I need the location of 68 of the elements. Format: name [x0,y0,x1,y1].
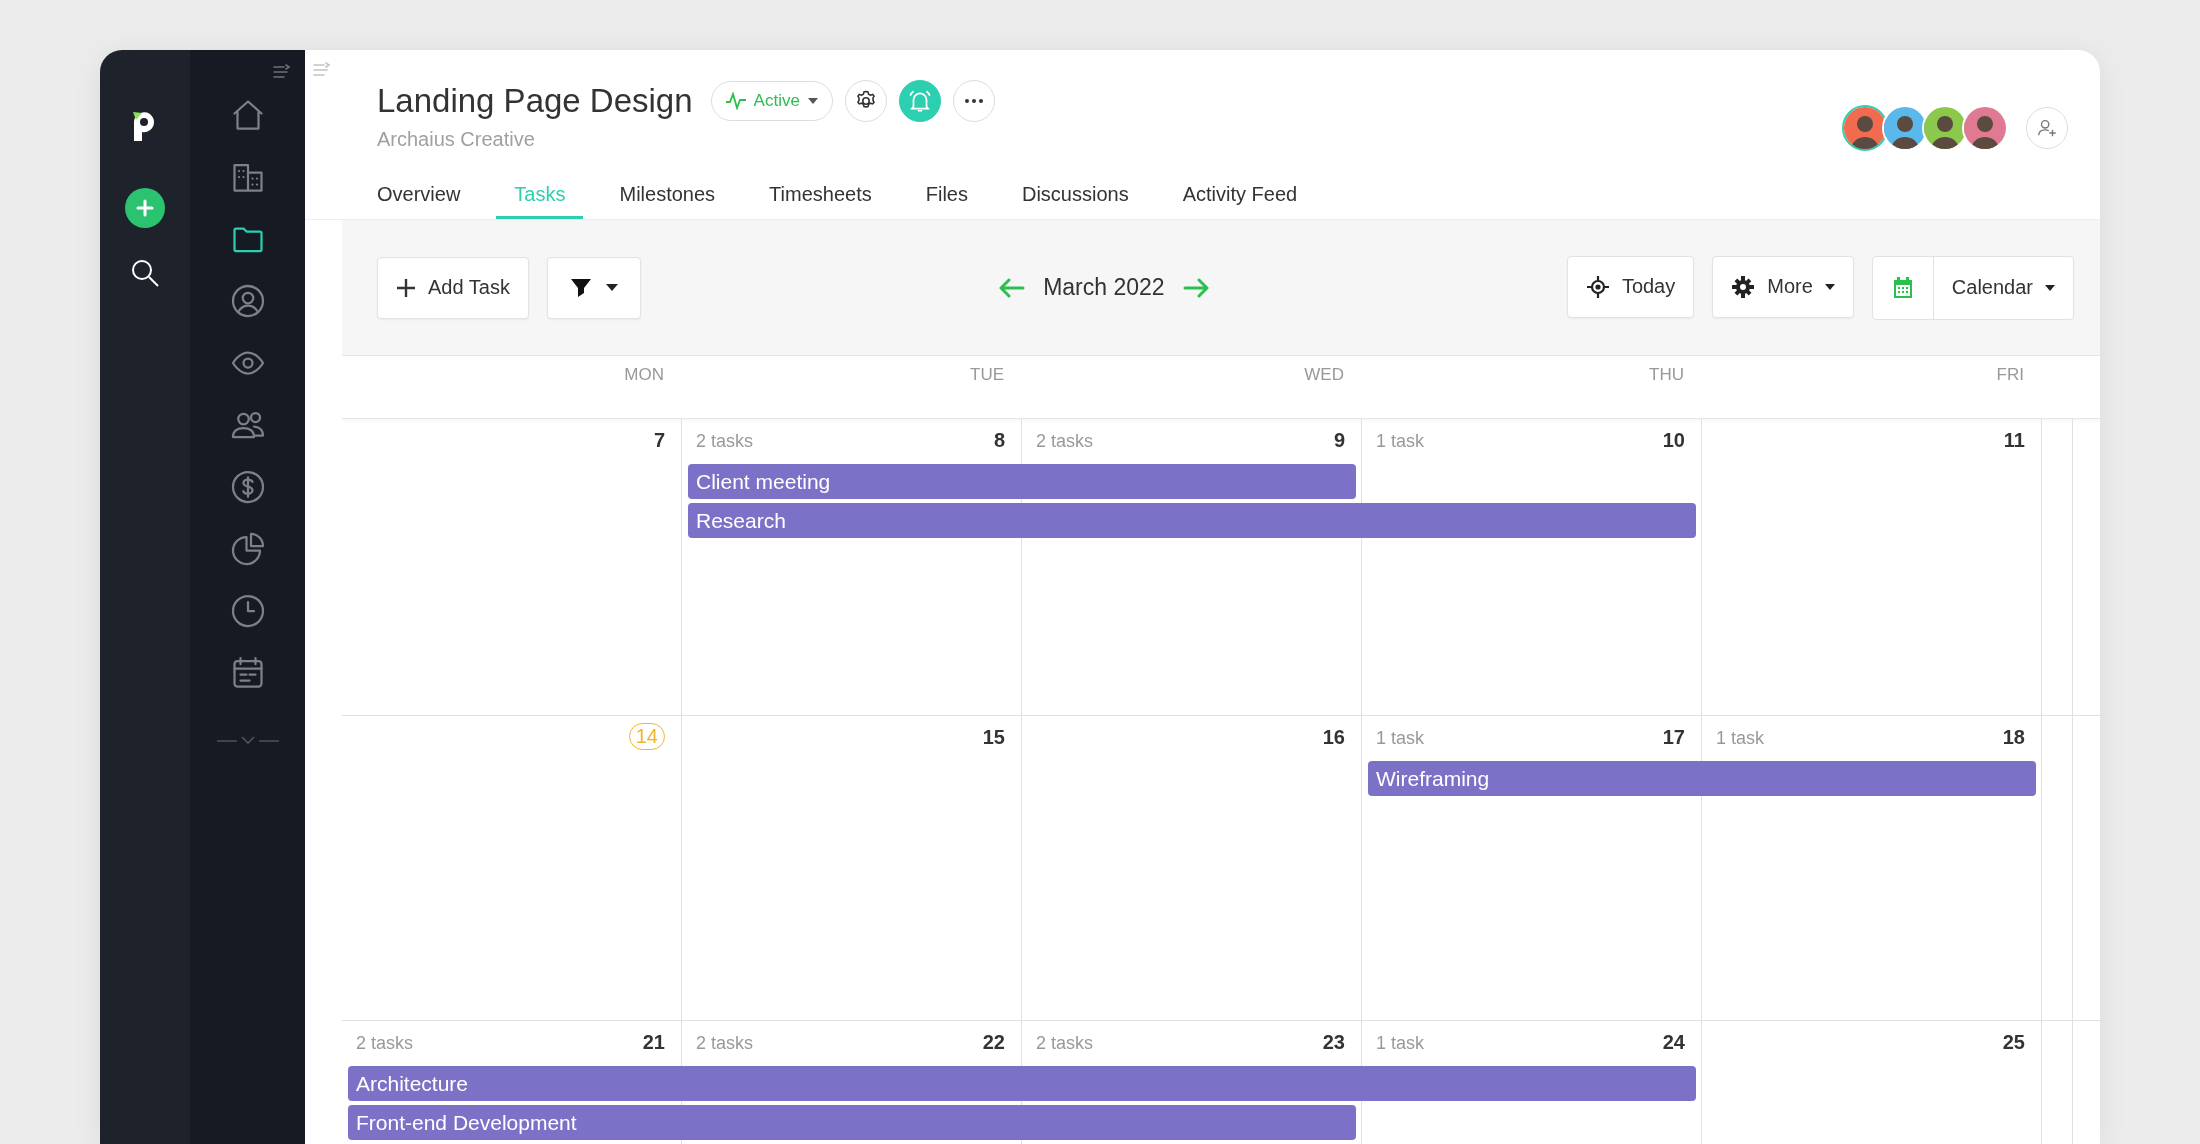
dollar-icon[interactable] [229,469,266,505]
clock-icon[interactable] [229,593,266,629]
search-icon[interactable] [130,258,160,288]
filter-icon [569,276,592,299]
plus-icon [135,198,155,218]
day-number: 25 [2002,1031,2025,1054]
task-bar[interactable]: Research [688,503,1696,538]
caret-icon [807,98,818,104]
add-member-button[interactable] [2026,106,2068,149]
day-number: 16 [1322,726,1345,749]
task-count: 2 tasks [696,430,755,452]
caret-icon [2045,284,2055,291]
collapse-icon[interactable] [273,64,291,80]
task-bar[interactable]: Client meeting [688,464,1356,499]
task-count: 1 task [1376,1032,1426,1054]
settings-button[interactable] [844,80,887,122]
tab[interactable]: Files [907,183,986,219]
tab[interactable]: Milestones [601,183,734,219]
task-bar[interactable]: Wireframing [1368,761,2036,796]
day-number: 8 [993,429,1005,452]
month-label: March 2022 [1043,274,1165,301]
add-button[interactable] [125,188,165,228]
task-bar[interactable]: Front-end Development [348,1105,1356,1140]
caret-icon [1824,283,1835,290]
pie-chart-icon[interactable] [229,531,266,567]
task-count: 2 tasks [1036,430,1095,452]
dots-icon [963,98,984,104]
task-count: 2 tasks [1036,1032,1095,1054]
filter-button[interactable] [546,256,641,319]
crosshair-icon [1585,274,1610,299]
tab[interactable]: Overview [359,183,479,219]
add-task-button[interactable]: Add Task [377,256,529,319]
day-number: 23 [1322,1031,1345,1054]
caret-icon [605,284,618,291]
client-name: Archaius Creative [377,128,536,151]
task-bar[interactable]: Architecture [348,1066,1696,1101]
more-dropdown[interactable]: More [1712,255,1854,318]
weekday-label: WED [1304,365,1344,384]
activity-icon [725,92,746,110]
day-number: 22 [982,1031,1005,1054]
weekday-label: MON [624,365,664,384]
day-number: 21 [642,1031,665,1054]
weekday-label: THU [1649,365,1684,384]
tab[interactable]: Activity Feed [1164,183,1316,219]
gear-icon [1731,274,1756,299]
day-number: 10 [1662,429,1685,452]
day-number: 15 [982,726,1005,749]
plus-icon [396,277,416,298]
project-title: Landing Page Design [377,82,693,120]
today-button[interactable]: Today [1566,255,1695,318]
task-count: 1 task [1716,727,1766,749]
tab[interactable]: Timesheets [751,183,890,219]
user-circle-icon[interactable] [229,283,266,319]
task-count: 2 tasks [356,1032,415,1054]
day-number: 18 [2002,726,2025,749]
day-number: 17 [1662,726,1685,749]
day-number: 24 [1662,1031,1685,1054]
day-number: 11 [2003,429,2025,452]
day-number: 7 [653,429,665,452]
weekday-label: FRI [1996,365,2024,384]
task-count: 2 tasks [696,1032,755,1054]
tab[interactable]: Discussions [1003,183,1147,219]
task-count: 1 task [1376,430,1426,452]
day-number: 9 [1333,429,1345,452]
task-count: 1 task [1376,727,1426,749]
weekday-label: TUE [970,365,1004,384]
left-arrow-icon [999,277,1026,298]
right-arrow-icon [1182,277,1209,298]
